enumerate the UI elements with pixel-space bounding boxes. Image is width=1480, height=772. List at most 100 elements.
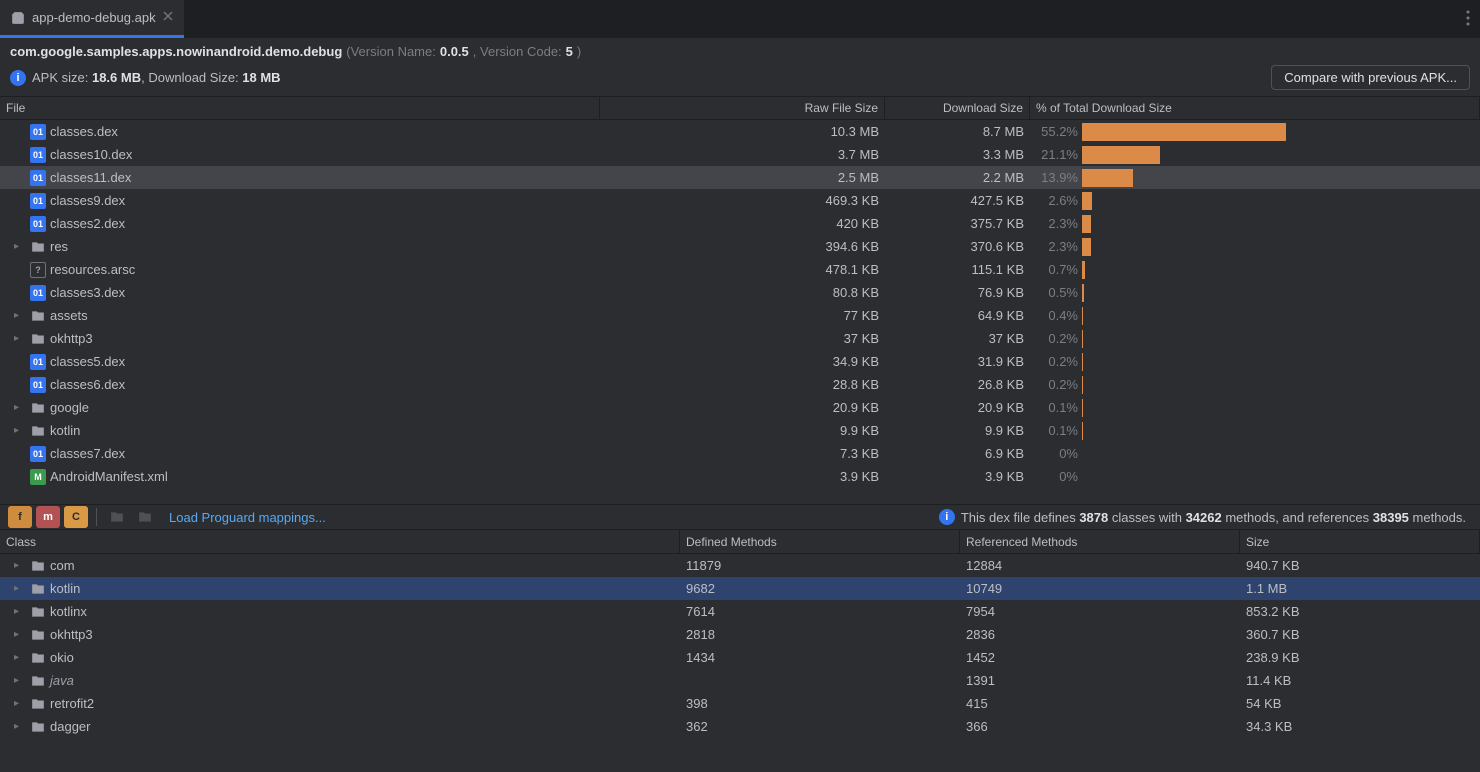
- package-icon: [30, 627, 46, 643]
- percent-value: 0.4%: [1030, 308, 1082, 323]
- percent-bar-cell: [1082, 422, 1182, 440]
- nav-folder-icon[interactable]: [133, 506, 157, 528]
- col-percent[interactable]: % of Total Download Size: [1030, 97, 1480, 119]
- chevron-right-icon[interactable]: ▸: [14, 425, 26, 436]
- download-size: 6.9 KB: [885, 446, 1030, 461]
- class-row[interactable]: ▸kotlinx76147954853.2 KB: [0, 600, 1480, 623]
- percent-value: 55.2%: [1030, 124, 1082, 139]
- download-size-value: 18 MB: [242, 70, 280, 85]
- chevron-right-icon[interactable]: ▸: [14, 698, 26, 709]
- dex-icon: 01: [30, 377, 46, 393]
- raw-file-size: 80.8 KB: [600, 285, 885, 300]
- class-row[interactable]: ▸retrofit239841554 KB: [0, 692, 1480, 715]
- chevron-right-icon[interactable]: ▸: [14, 652, 26, 663]
- file-row[interactable]: 01classes6.dex28.8 KB26.8 KB0.2%: [0, 373, 1480, 396]
- file-rows: 01classes.dex10.3 MB8.7 MB55.2%01classes…: [0, 120, 1480, 504]
- close-icon[interactable]: [162, 10, 174, 25]
- file-row[interactable]: 01classes.dex10.3 MB8.7 MB55.2%: [0, 120, 1480, 143]
- col-referenced-methods[interactable]: Referenced Methods: [960, 530, 1240, 553]
- percent-bar-cell: [1082, 238, 1182, 256]
- download-size: 115.1 KB: [885, 262, 1030, 277]
- chevron-right-icon[interactable]: ▸: [14, 560, 26, 571]
- defined-methods-value: 7614: [680, 604, 960, 619]
- class-size-value: 238.9 KB: [1240, 650, 1480, 665]
- col-file[interactable]: File: [0, 97, 600, 119]
- percent-bar: [1082, 376, 1083, 394]
- class-size-value: 853.2 KB: [1240, 604, 1480, 619]
- percent-value: 2.6%: [1030, 193, 1082, 208]
- col-defined-methods[interactable]: Defined Methods: [680, 530, 960, 553]
- package-icon: [30, 558, 46, 574]
- percent-bar-cell: [1082, 146, 1182, 164]
- chevron-right-icon[interactable]: ▸: [14, 402, 26, 413]
- stats-prefix: This dex file defines: [961, 510, 1080, 525]
- defined-methods-value: 2818: [680, 627, 960, 642]
- chevron-right-icon[interactable]: ▸: [14, 606, 26, 617]
- percent-value: 0.2%: [1030, 331, 1082, 346]
- file-row[interactable]: ▸google20.9 KB20.9 KB0.1%: [0, 396, 1480, 419]
- col-class[interactable]: Class: [0, 530, 680, 553]
- col-size[interactable]: Size: [1240, 530, 1480, 553]
- class-row[interactable]: ▸okhttp328182836360.7 KB: [0, 623, 1480, 646]
- show-methods-button[interactable]: m: [36, 506, 60, 528]
- load-proguard-link[interactable]: Load Proguard mappings...: [161, 510, 326, 525]
- file-row[interactable]: 01classes2.dex420 KB375.7 KB2.3%: [0, 212, 1480, 235]
- file-row[interactable]: 01classes7.dex7.3 KB6.9 KB0%: [0, 442, 1480, 465]
- class-row[interactable]: ▸dagger36236634.3 KB: [0, 715, 1480, 738]
- chevron-right-icon[interactable]: ▸: [14, 241, 26, 252]
- show-classes-button[interactable]: C: [64, 506, 88, 528]
- class-columns-header: Class Defined Methods Referenced Methods…: [0, 530, 1480, 554]
- nav-up-icon[interactable]: [105, 506, 129, 528]
- download-size: 26.8 KB: [885, 377, 1030, 392]
- file-row[interactable]: ▸assets77 KB64.9 KB0.4%: [0, 304, 1480, 327]
- chevron-right-icon[interactable]: ▸: [14, 310, 26, 321]
- raw-file-size: 10.3 MB: [600, 124, 885, 139]
- col-raw-size[interactable]: Raw File Size: [600, 97, 885, 119]
- file-row[interactable]: ?resources.arsc478.1 KB115.1 KB0.7%: [0, 258, 1480, 281]
- file-row[interactable]: 01classes3.dex80.8 KB76.9 KB0.5%: [0, 281, 1480, 304]
- package-name: com.google.samples.apps.nowinandroid.dem…: [10, 44, 342, 59]
- folder-icon: [30, 423, 46, 439]
- percent-bar: [1082, 169, 1133, 187]
- percent-bar: [1082, 146, 1160, 164]
- class-rows: ▸com1187912884940.7 KB▸kotlin9682107491.…: [0, 554, 1480, 742]
- file-row[interactable]: MAndroidManifest.xml3.9 KB3.9 KB0%: [0, 465, 1480, 488]
- show-fields-button[interactable]: f: [8, 506, 32, 528]
- referenced-methods-value: 10749: [960, 581, 1240, 596]
- percent-bar-cell: [1082, 399, 1182, 417]
- download-size: 3.3 MB: [885, 147, 1030, 162]
- chevron-right-icon[interactable]: ▸: [14, 333, 26, 344]
- file-tab[interactable]: app-demo-debug.apk: [0, 0, 184, 38]
- chevron-right-icon[interactable]: ▸: [14, 629, 26, 640]
- file-row[interactable]: 01classes5.dex34.9 KB31.9 KB0.2%: [0, 350, 1480, 373]
- file-row[interactable]: ▸okhttp337 KB37 KB0.2%: [0, 327, 1480, 350]
- file-name-label: classes10.dex: [50, 147, 132, 162]
- file-row[interactable]: 01classes9.dex469.3 KB427.5 KB2.6%: [0, 189, 1480, 212]
- class-name-label: dagger: [50, 719, 90, 734]
- class-size-value: 11.4 KB: [1240, 673, 1480, 688]
- col-download-size[interactable]: Download Size: [885, 97, 1030, 119]
- file-name-label: classes3.dex: [50, 285, 125, 300]
- size-row: i APK size: 18.6 MB, Download Size: 18 M…: [0, 61, 1480, 96]
- more-icon[interactable]: [1466, 10, 1470, 29]
- chevron-right-icon[interactable]: ▸: [14, 721, 26, 732]
- class-row[interactable]: ▸okio14341452238.9 KB: [0, 646, 1480, 669]
- referenced-methods-value: 1391: [960, 673, 1240, 688]
- class-row[interactable]: ▸com1187912884940.7 KB: [0, 554, 1480, 577]
- chevron-right-icon[interactable]: ▸: [14, 675, 26, 686]
- chevron-right-icon[interactable]: ▸: [14, 583, 26, 594]
- class-row[interactable]: ▸kotlin9682107491.1 MB: [0, 577, 1480, 600]
- package-icon: [30, 650, 46, 666]
- file-row[interactable]: ▸kotlin9.9 KB9.9 KB0.1%: [0, 419, 1480, 442]
- stats-methods: 34262: [1186, 510, 1222, 525]
- file-row[interactable]: 01classes11.dex2.5 MB2.2 MB13.9%: [0, 166, 1480, 189]
- close-paren: ): [577, 44, 581, 59]
- raw-file-size: 20.9 KB: [600, 400, 885, 415]
- class-size-value: 940.7 KB: [1240, 558, 1480, 573]
- file-row[interactable]: ▸res394.6 KB370.6 KB2.3%: [0, 235, 1480, 258]
- file-row[interactable]: 01classes10.dex3.7 MB3.3 MB21.1%: [0, 143, 1480, 166]
- file-name-label: res: [50, 239, 68, 254]
- class-row[interactable]: ▸java139111.4 KB: [0, 669, 1480, 692]
- download-size: 370.6 KB: [885, 239, 1030, 254]
- compare-apk-button[interactable]: Compare with previous APK...: [1271, 65, 1470, 90]
